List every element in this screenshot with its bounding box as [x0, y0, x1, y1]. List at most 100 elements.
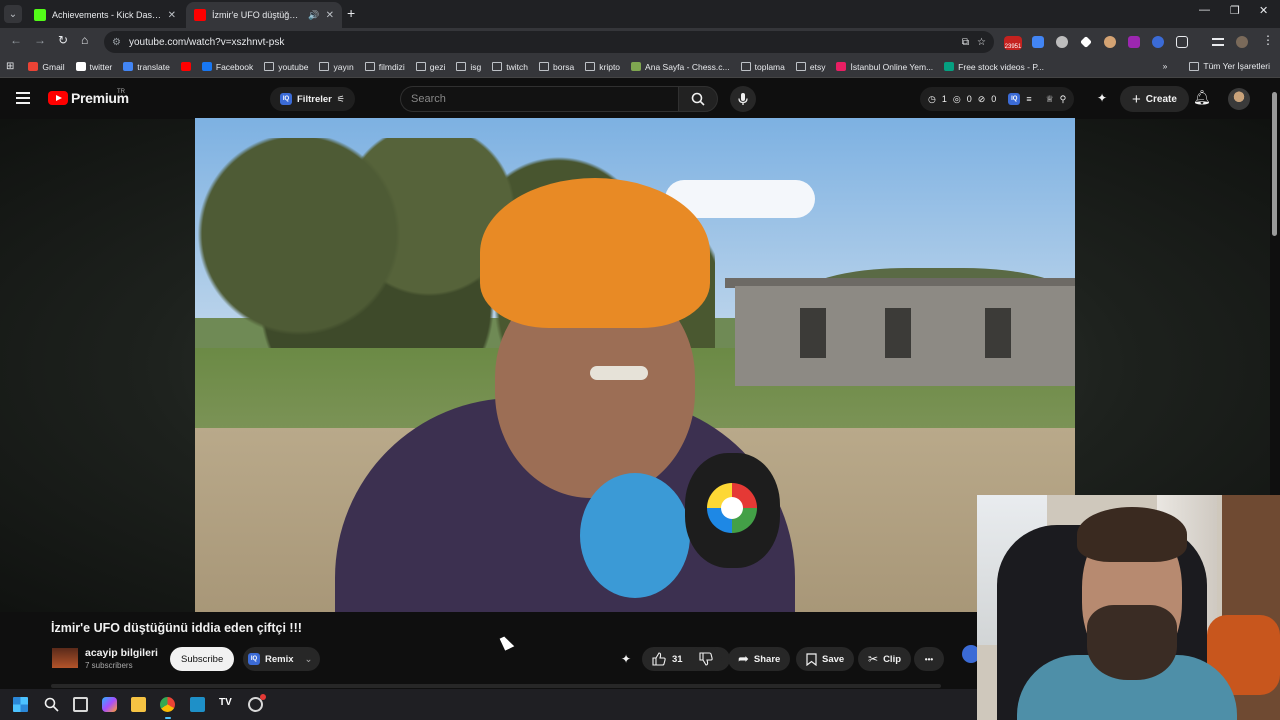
pexels-icon: [944, 62, 955, 71]
task-view-icon[interactable]: [73, 697, 88, 712]
search-input[interactable]: Search: [400, 86, 678, 112]
sliders-icon: ⚟: [336, 93, 345, 104]
extension-diamond-icon[interactable]: [1080, 36, 1092, 48]
site-info-icon[interactable]: ⚙: [112, 37, 121, 48]
windows-taskbar: TV: [0, 689, 977, 720]
tab-search-icon[interactable]: ⌄: [4, 5, 22, 23]
create-label: Create: [1145, 93, 1177, 105]
address-bar[interactable]: ⚙ youtube.com/watch?v=xszhnvt-psk ⧉ ☆: [104, 31, 994, 53]
browser-menu-icon[interactable]: ⋮: [1262, 33, 1274, 47]
bookmark-item[interactable]: youtube: [264, 62, 308, 72]
like-button[interactable]: 31: [642, 647, 693, 671]
bookmark-item[interactable]: gezi: [415, 62, 445, 72]
more-actions-button[interactable]: •••: [914, 647, 944, 671]
audio-playing-icon[interactable]: 🔊: [308, 10, 319, 21]
extension-action-icon[interactable]: ✦: [621, 652, 631, 666]
bookmark-item[interactable]: etsy: [795, 62, 825, 72]
browser-tabstrip: ⌄ Achievements - Kick Dashboard ✕ İzmir'…: [0, 0, 1280, 28]
install-app-icon[interactable]: ⧉: [962, 37, 969, 48]
bookmark-item[interactable]: kripto: [585, 62, 620, 72]
extension-badge[interactable]: 23951: [1004, 36, 1022, 50]
description-box[interactable]: [51, 684, 941, 688]
trophy-icon[interactable]: ♕: [1046, 94, 1054, 105]
bookmark-item[interactable]: Free stock videos - P...: [944, 62, 1044, 72]
extension-circle-icon[interactable]: [1056, 36, 1068, 48]
extension-puzzle-icon[interactable]: ✦: [1097, 91, 1107, 105]
list-icon[interactable]: ≡: [1026, 94, 1031, 104]
bookmarks-overflow-icon[interactable]: »: [1163, 61, 1168, 71]
tab-youtube-video[interactable]: İzmir'e UFO düştüğünü idd 🔊 ✕: [186, 2, 342, 28]
forward-icon[interactable]: →: [34, 33, 46, 47]
video-frame-shed-door: [800, 308, 826, 358]
hidden-eye-icon: ⊘: [977, 93, 986, 104]
copilot-icon[interactable]: [102, 697, 117, 712]
all-bookmarks[interactable]: » Tüm Yer İşaretleri: [1163, 61, 1270, 71]
search-button[interactable]: [678, 86, 718, 112]
notifications-bell-icon[interactable]: 🔔︎: [1193, 89, 1211, 106]
channel-avatar[interactable]: [52, 648, 78, 668]
windows-start-icon[interactable]: [13, 697, 28, 712]
hamburger-menu-icon[interactable]: [16, 92, 30, 107]
bookmark-label: toplama: [754, 61, 785, 72]
extension-stats-pill[interactable]: ◷ 1 ◎ 0 ⊘ 0 IQ ≡ ♕ ⚲: [920, 87, 1075, 111]
save-button[interactable]: Save: [796, 647, 855, 671]
bookmark-item[interactable]: filmdizi: [364, 62, 405, 72]
bookmark-item[interactable]: translate: [123, 62, 170, 72]
new-tab-button[interactable]: +: [347, 5, 355, 21]
tab-kick-dashboard[interactable]: Achievements - Kick Dashboard ✕: [26, 2, 184, 28]
channel-name[interactable]: acayip bilgileri: [85, 647, 158, 659]
close-window-icon[interactable]: ✕: [1259, 4, 1268, 17]
back-icon[interactable]: ←: [10, 33, 22, 47]
close-tab-icon[interactable]: ✕: [168, 10, 176, 21]
filter-button[interactable]: IQ Filtreler ⚟: [270, 87, 355, 111]
terminal-app-icon[interactable]: [190, 697, 205, 712]
dislike-button[interactable]: [690, 647, 722, 671]
extension-purple-icon[interactable]: [1128, 36, 1140, 48]
bookmark-item[interactable]: twitch: [492, 62, 528, 72]
account-avatar[interactable]: [1228, 88, 1250, 110]
video-player[interactable]: [195, 118, 1075, 612]
profile-avatar-icon[interactable]: [1236, 36, 1248, 48]
tradingview-icon[interactable]: TV: [219, 697, 234, 712]
file-explorer-icon[interactable]: [131, 697, 146, 712]
bookmark-item[interactable]: Gmail: [28, 62, 65, 72]
chrome-icon[interactable]: [160, 697, 175, 712]
bookmark-item[interactable]: yayın: [319, 62, 354, 72]
filter-label: Filtreler: [297, 93, 332, 105]
apps-grid-icon[interactable]: ⊞: [6, 61, 14, 72]
stat-a: 1: [941, 94, 947, 104]
page-scrollbar-thumb[interactable]: [1272, 92, 1277, 236]
folder-icon: [264, 62, 275, 71]
bookmark-item[interactable]: toplama: [740, 61, 785, 72]
home-icon[interactable]: ⌂: [81, 33, 88, 47]
iq-extension-icon[interactable]: IQ: [1008, 93, 1021, 105]
bookmarks-bar: ⊞ Gmail twitter translate Facebook youtube ya…: [0, 56, 1280, 78]
bookmark-item[interactable]: borsa: [538, 62, 574, 72]
pin-icon[interactable]: ⚲: [1060, 94, 1067, 105]
share-button[interactable]: ➦ Share: [728, 647, 791, 671]
bookmark-item[interactable]: Facebook: [201, 62, 253, 72]
close-tab-icon[interactable]: ✕: [326, 10, 334, 21]
subscribe-button[interactable]: Subscribe: [170, 647, 235, 671]
extensions-puzzle-icon[interactable]: [1176, 36, 1188, 48]
bookmark-star-icon[interactable]: ☆: [977, 37, 986, 48]
remix-button[interactable]: IQ Remix ⌄: [243, 647, 321, 671]
bookmark-item[interactable]: Ana Sayfa - Chess.c...: [631, 62, 730, 72]
bookmark-item[interactable]: isg: [456, 62, 481, 72]
extension-audio-icon[interactable]: [1152, 36, 1164, 48]
bookmark-item[interactable]: twitter: [75, 61, 113, 72]
bookmark-item[interactable]: [180, 62, 191, 71]
media-control-icon[interactable]: [1212, 38, 1224, 46]
bookmark-item[interactable]: İstanbul Online Yem...: [836, 62, 933, 72]
extension-translate-icon[interactable]: [1032, 36, 1044, 48]
extension-cookie-icon[interactable]: [1104, 36, 1116, 48]
stat-c: 0: [991, 94, 997, 104]
clip-button[interactable]: ✂ Clip: [858, 647, 912, 671]
taskbar-search-icon[interactable]: [44, 697, 59, 712]
create-button[interactable]: + Create: [1120, 86, 1189, 112]
bookmark-label: twitter: [89, 61, 113, 72]
reload-icon[interactable]: ↻: [58, 33, 68, 47]
voice-search-button[interactable]: [730, 86, 756, 112]
minimize-icon[interactable]: —: [1199, 4, 1210, 16]
restore-icon[interactable]: ❐: [1230, 4, 1240, 17]
